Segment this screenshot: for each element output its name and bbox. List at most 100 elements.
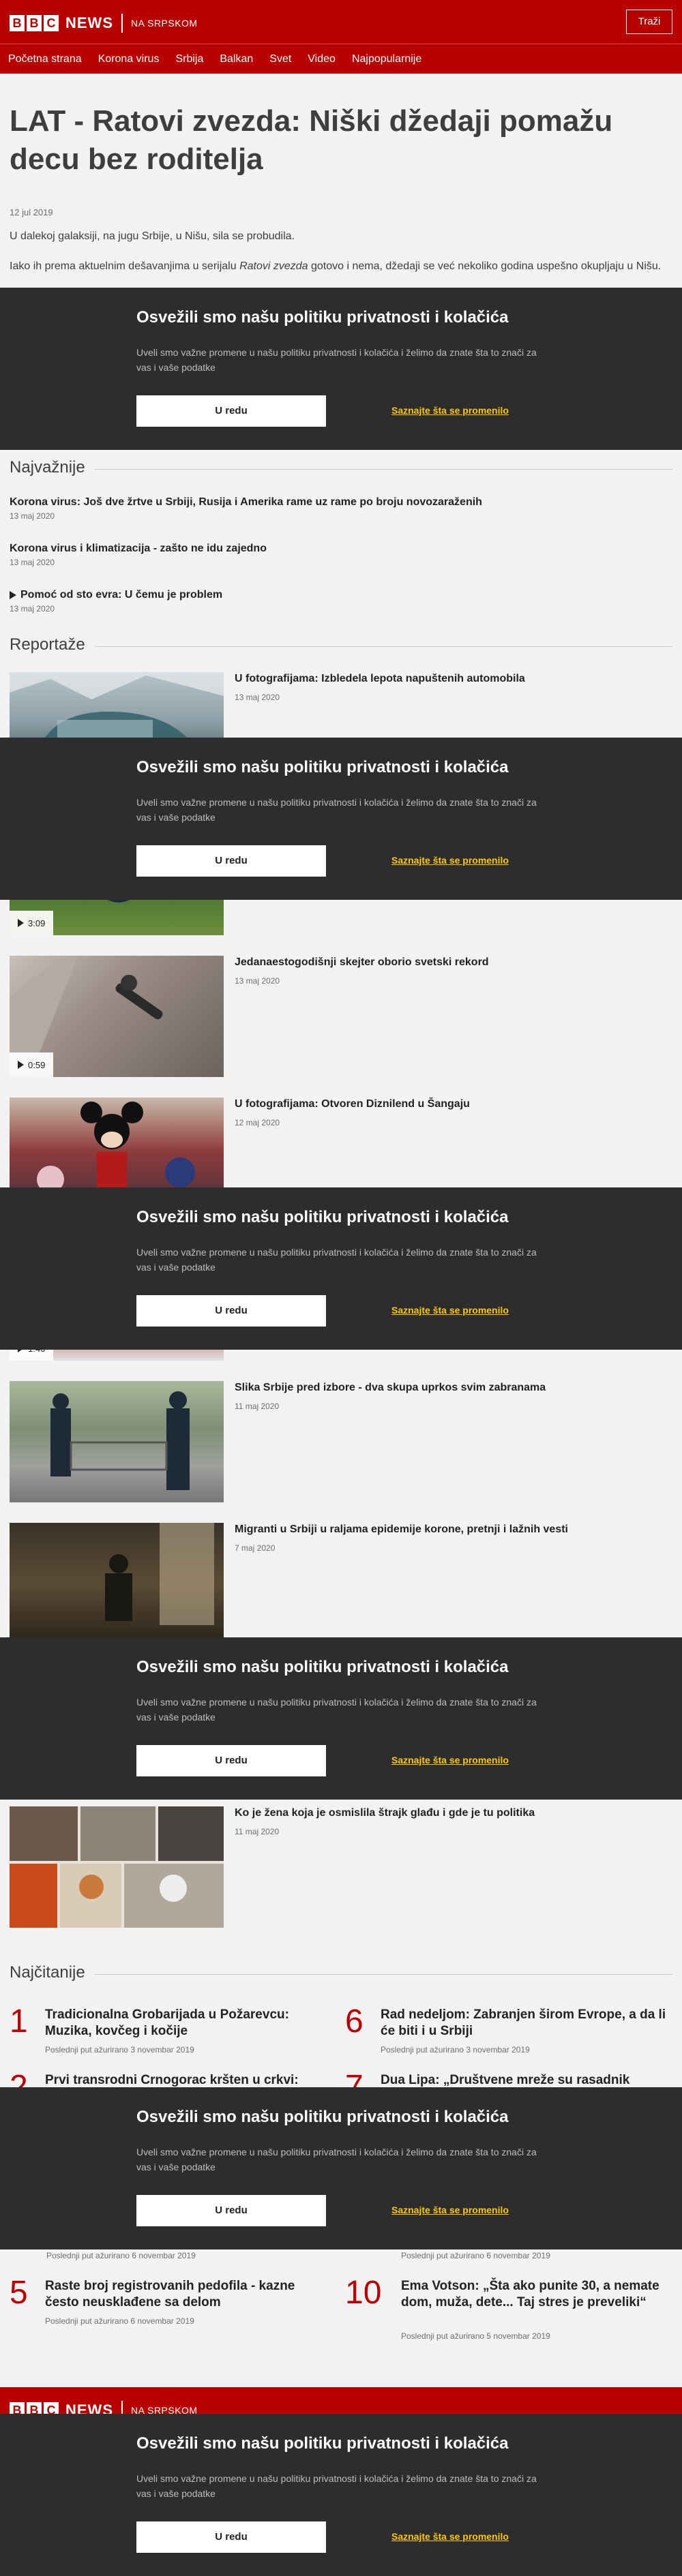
cookie-title: Osvežili smo našu politiku privatnosti i…	[136, 758, 509, 776]
most-read-item[interactable]: 10 Ema Votson: „Šta ako punite 30, a nem…	[345, 2275, 672, 2341]
main-nav: Početna strana Korona virus Srbija Balka…	[0, 44, 682, 74]
most-read-partial: Poslednji put ažurirano 6 novembar 2019	[46, 2251, 374, 2264]
article-paragraph: Iako ih prema aktuelnim dešavanjima u se…	[10, 260, 661, 273]
rank-number: 1	[10, 2003, 28, 2040]
series-name: Ratovi zvezda	[239, 260, 308, 272]
feature-title[interactable]: Jedanaestogodišnji skejter oborio svetsk…	[235, 956, 664, 969]
duration: 0:59	[28, 1059, 46, 1070]
most-read-date: Poslednji put ažurirano 5 novembar 2019	[401, 2331, 550, 2341]
most-read-title[interactable]: Tradicionalna Grobarijada u Požarevcu: M…	[45, 2007, 331, 2040]
police-image[interactable]	[10, 1381, 224, 1502]
most-read-date: Poslednji put ažurirano 3 novembar 2019	[45, 2045, 194, 2055]
logo-divider	[121, 14, 123, 33]
rank-number: 6	[345, 2003, 364, 2040]
story-title[interactable]: Pomoć od sto evra: U čemu je problem	[10, 589, 623, 601]
cookie-ok-button[interactable]: U redu	[136, 2521, 326, 2553]
nav-item-serbia[interactable]: Srbija	[175, 53, 203, 65]
nav-item-coronavirus[interactable]: Korona virus	[98, 53, 160, 65]
cookie-banner: Osvežili smo našu politiku privatnosti i…	[0, 1637, 682, 1800]
feature-item[interactable]: Slika Srbije pred izbore - dva skupa upr…	[10, 1381, 672, 1502]
skateboarder-image[interactable]: 0:59	[10, 956, 224, 1077]
cookie-ok-button[interactable]: U redu	[136, 1745, 326, 1776]
cookie-banner: Osvežili smo našu politiku privatnosti i…	[0, 288, 682, 450]
news-word: NEWS	[65, 14, 113, 31]
cookie-title: Osvežili smo našu politiku privatnosti i…	[136, 1658, 509, 1676]
section-rule	[94, 1973, 672, 1975]
story-link[interactable]: Korona virus i klimatizacija - zašto ne …	[10, 543, 623, 567]
nav-item-most-popular[interactable]: Najpopularnije	[352, 53, 421, 65]
story-title[interactable]: Korona virus i klimatizacija - zašto ne …	[10, 543, 623, 555]
most-read-item[interactable]: 5 Raste broj registrovanih pedofila - ka…	[10, 2275, 337, 2339]
section-title: Najvažnije	[10, 458, 85, 476]
story-title[interactable]: Korona virus: Još dve žrtve u Srbiji, Ru…	[10, 496, 623, 509]
feature-date: 11 maj 2020	[235, 1401, 280, 1411]
rank-number: 10	[345, 2275, 382, 2311]
duration: 3:09	[28, 918, 46, 928]
most-read-title[interactable]: Raste broj registrovanih pedofila - kazn…	[45, 2278, 331, 2311]
nav-item-home[interactable]: Početna strana	[8, 53, 82, 65]
most-read-item[interactable]: 1 Tradicionalna Grobarijada u Požarevcu:…	[10, 2003, 337, 2068]
cookie-title: Osvežili smo našu politiku privatnosti i…	[136, 1208, 509, 1226]
feature-title[interactable]: U fotografijama: Otvoren Diznilend u Šan…	[235, 1097, 664, 1111]
cookie-ok-button[interactable]: U redu	[136, 845, 326, 877]
cookie-ok-button[interactable]: U redu	[136, 1295, 326, 1327]
cookie-learn-more-link[interactable]: Saznajte šta se promenilo	[391, 2531, 509, 2542]
bbc-news-logo[interactable]: B B C NEWS NA SRPSKOM	[10, 14, 198, 33]
feature-title[interactable]: Ko je žena koja je osmislila štrajk glađ…	[235, 1806, 664, 1820]
most-read-date: Poslednji put ažurirano 6 novembar 2019	[46, 2251, 196, 2260]
feature-title[interactable]: Slika Srbije pred izbore - dva skupa upr…	[235, 1381, 664, 1395]
cookie-learn-more-link[interactable]: Saznajte šta se promenilo	[391, 2204, 509, 2215]
story-date: 13 maj 2020	[10, 558, 55, 567]
feature-date: 13 maj 2020	[235, 976, 280, 986]
cookie-banner: Osvežili smo našu politiku privatnosti i…	[0, 1187, 682, 1350]
feature-item[interactable]: 0:59 Jedanaestogodišnji skejter oborio s…	[10, 956, 672, 1077]
cookie-learn-more-link[interactable]: Saznajte šta se promenilo	[391, 1755, 509, 1766]
hunger-strike-collage[interactable]	[10, 1806, 224, 1928]
cookie-title: Osvežili smo našu politiku privatnosti i…	[136, 2434, 509, 2453]
cookie-title: Osvežili smo našu politiku privatnosti i…	[136, 308, 509, 327]
cookie-text: Uveli smo važne promene u našu politiku …	[136, 1247, 537, 1273]
police-illustration	[50, 1391, 190, 1490]
cookie-ok-button[interactable]: U redu	[136, 395, 326, 427]
most-read-title[interactable]: Dua Lipa: „Društvene mreže su rasadnik	[381, 2072, 667, 2089]
bbc-letter-b1: B	[10, 15, 25, 31]
cookie-learn-more-link[interactable]: Saznajte šta se promenilo	[391, 405, 509, 416]
search-button[interactable]: Traži	[626, 10, 672, 34]
cookie-ok-button[interactable]: U redu	[136, 2195, 326, 2226]
cookie-learn-more-link[interactable]: Saznajte šta se promenilo	[391, 855, 509, 866]
section-title: Reportaže	[10, 635, 85, 654]
cookie-text: Uveli smo važne promene u našu politiku …	[136, 347, 537, 373]
most-read-date: Poslednji put ažurirano 6 novembar 2019	[401, 2251, 550, 2260]
most-read-heading: Najčitanije	[10, 1963, 672, 1982]
most-read-date: Poslednji put ažurirano 3 novembar 2019	[381, 2045, 530, 2055]
feature-item[interactable]: Ko je žena koja je osmislila štrajk glađ…	[10, 1806, 672, 1928]
cookie-text: Uveli smo važne promene u našu politiku …	[136, 797, 537, 823]
bbc-blocks: B B C	[10, 15, 59, 31]
paragraph-text: Iako ih prema aktuelnim dešavanjima u se…	[10, 260, 240, 272]
migrants-image[interactable]	[10, 1523, 224, 1644]
feature-date: 7 maj 2020	[235, 1543, 276, 1553]
nav-item-world[interactable]: Svet	[269, 53, 291, 65]
most-read-title[interactable]: Ema Votson: „Šta ako punite 30, a nemate…	[401, 2278, 671, 2311]
paragraph-text: gotovo i nema, džedaji se već nekoliko g…	[308, 260, 662, 272]
cookie-learn-more-link[interactable]: Saznajte šta se promenilo	[391, 1305, 509, 1316]
bbc-letter-c: C	[44, 15, 59, 31]
section-rule	[94, 468, 672, 470]
most-read-title[interactable]: Prvi transrodni Crnogorac kršten u crkvi…	[45, 2072, 331, 2089]
feature-title[interactable]: Migranti u Srbiji u raljama epidemije ko…	[235, 1523, 664, 1536]
cookie-banner: Osvežili smo našu politiku privatnosti i…	[0, 2087, 682, 2249]
feature-date: 12 maj 2020	[235, 1118, 280, 1127]
bbc-letter-b2: B	[27, 15, 42, 31]
story-link[interactable]: Korona virus: Još dve žrtve u Srbiji, Ru…	[10, 496, 623, 521]
most-read-item[interactable]: 6 Rad nedeljom: Zabranjen širom Evrope, …	[345, 2003, 672, 2068]
window-illustration	[105, 1523, 214, 1625]
story-date: 13 maj 2020	[10, 511, 55, 521]
most-read-date: Poslednji put ažurirano 6 novembar 2019	[45, 2316, 194, 2326]
feature-item[interactable]: Migranti u Srbiji u raljama epidemije ko…	[10, 1523, 672, 1644]
feature-title[interactable]: U fotografijama: Izbledela lepota napušt…	[235, 672, 664, 686]
nav-item-balkan[interactable]: Balkan	[220, 53, 253, 65]
nav-item-video[interactable]: Video	[308, 53, 336, 65]
most-read-title[interactable]: Rad nedeljom: Zabranjen širom Evrope, a …	[381, 2007, 667, 2040]
story-link[interactable]: Pomoć od sto evra: U čemu je problem 13 …	[10, 589, 623, 613]
story-title-text: Pomoć od sto evra: U čemu je problem	[20, 589, 223, 601]
